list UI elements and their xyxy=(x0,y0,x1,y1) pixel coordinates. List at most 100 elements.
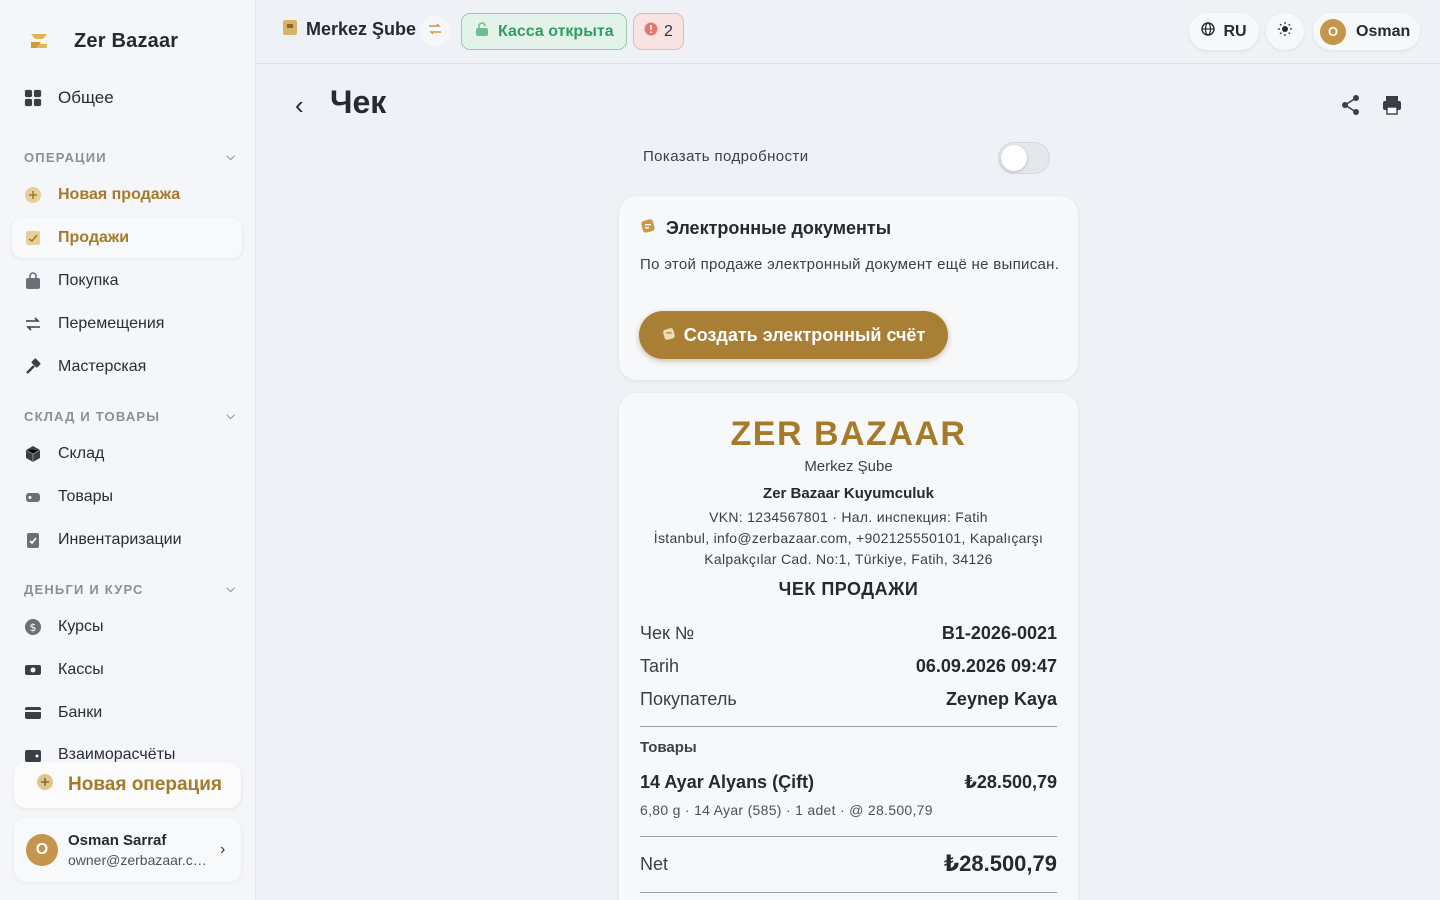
language-button[interactable]: RU xyxy=(1189,13,1259,50)
sidebar-item-purchase[interactable]: Покупка xyxy=(12,261,242,301)
sidebar-item-label: Общее xyxy=(58,88,114,107)
receipt-icon xyxy=(24,229,42,247)
sidebar-item-label: Курсы xyxy=(58,618,104,635)
receipt-row-date: Tarih 06.09.2026 09:47 xyxy=(640,656,1057,677)
chevron-down-icon: ⌵ xyxy=(226,151,236,163)
edocs-text: По этой продаже электронный документ ещё… xyxy=(640,256,1060,273)
branch-selector[interactable]: Merkez Şube xyxy=(282,18,416,41)
receipt-item-price: ₺28.500,79 xyxy=(964,772,1057,792)
sidebar-item-label: Банки xyxy=(58,704,103,721)
new-operation-button[interactable]: Новая операция xyxy=(14,762,241,808)
sidebar-item-general[interactable]: Общее xyxy=(24,88,114,108)
section-title: ОПЕРАЦИИ xyxy=(24,150,107,165)
sidebar-item-rates[interactable]: $ Курсы xyxy=(12,607,242,647)
edocs-title: Электронные документы xyxy=(640,218,891,239)
sidebar-item-label: Взаиморасчёты xyxy=(58,746,176,762)
create-einvoice-label: Создать электронный счёт xyxy=(683,324,926,345)
branch-name: Merkez Şube xyxy=(306,19,417,39)
print-icon[interactable] xyxy=(1381,94,1403,116)
chevron-down-icon: ⌵ xyxy=(226,583,236,595)
shopping-bag-icon xyxy=(24,272,42,290)
chevron-down-icon: ⌵ xyxy=(226,410,236,422)
receipt-branch: Merkez Şube xyxy=(804,458,893,475)
receipt-contact-line: İstanbul, info@zerbazaar.com, +902125550… xyxy=(653,530,1044,546)
receipt-company: Zer Bazaar Kuyumculuk xyxy=(763,485,934,502)
receipt-item: 14 Ayar Alyans (Çift) ₺28.500,79 xyxy=(640,772,1057,793)
sidebar: Zer Bazaar Общее ОПЕРАЦИИ ⌵ Новая продаж… xyxy=(0,0,256,900)
receipt-row-value: Zeynep Kaya xyxy=(945,689,1057,709)
sidebar-item-workshop[interactable]: Мастерская xyxy=(12,347,242,387)
sidebar-item-cashboxes[interactable]: Кассы xyxy=(12,650,242,690)
tag-icon xyxy=(24,488,42,506)
receipt-item-name: 14 Ayar Alyans (Çift) xyxy=(640,772,815,792)
receipt-row-label: Tarih xyxy=(640,656,680,676)
receipt-row-value: B1-2026-0021 xyxy=(941,623,1057,643)
sidebar-item-label: Мастерская xyxy=(58,358,147,375)
cash-status-badge[interactable]: Касса открыта xyxy=(461,13,627,50)
dollar-coin-icon: $ xyxy=(24,618,42,636)
cash-register-icon xyxy=(24,661,42,679)
sidebar-item-label: Инвентаризации xyxy=(58,531,182,548)
share-icon[interactable] xyxy=(1340,94,1362,116)
receipt-divider xyxy=(640,892,1057,893)
unlock-icon xyxy=(474,21,490,42)
section-stock[interactable]: СКЛАД И ТОВАРЫ ⌵ xyxy=(24,409,236,424)
receipt-items-title: Товары xyxy=(640,739,697,756)
transfer-arrows-icon xyxy=(24,315,42,333)
receipt-divider xyxy=(640,836,1057,837)
dashboard-icon xyxy=(24,89,42,107)
topbar: Merkez Şube Касса открыта 2 RU O Osman xyxy=(256,0,1440,64)
receipt-item-meta: 6,80 g · 14 Ayar (585) · 1 adet · @ 28.5… xyxy=(640,802,933,818)
sidebar-item-sales[interactable]: Продажи xyxy=(12,218,242,258)
sidebar-item-banks[interactable]: Банки xyxy=(12,693,242,733)
receipt-row-number: Чек № B1-2026-0021 xyxy=(640,623,1057,644)
globe-icon xyxy=(1201,22,1216,41)
theme-toggle-button[interactable] xyxy=(1266,13,1304,50)
sidebar-item-label: Покупка xyxy=(58,272,119,289)
brand-name: Zer Bazaar xyxy=(74,29,179,52)
create-einvoice-button[interactable]: Создать электронный счёт xyxy=(639,311,948,359)
sidebar-item-new-sale[interactable]: Новая продажа xyxy=(12,175,242,215)
profile-button[interactable]: O Osman xyxy=(1313,13,1420,50)
receipt-card: ZER BAZAAR Merkez Şube Zer Bazaar Kuyumc… xyxy=(619,393,1078,900)
alerts-badge[interactable]: 2 xyxy=(633,13,684,50)
sidebar-item-products[interactable]: Товары xyxy=(12,477,242,517)
receipt-row-label: Чек № xyxy=(640,623,695,643)
brand[interactable]: Zer Bazaar xyxy=(26,28,178,54)
section-money[interactable]: ДЕНЬГИ И КУРС ⌵ xyxy=(24,582,236,597)
receipt-row-label: Покупатель xyxy=(640,689,737,709)
receipt-net-label: Net xyxy=(640,853,669,874)
document-icon xyxy=(640,218,656,239)
edocs-title-text: Электронные документы xyxy=(666,218,892,238)
show-details-label: Показать подробности xyxy=(643,148,809,165)
sidebar-item-transfers[interactable]: Перемещения xyxy=(12,304,242,344)
switch-branch-button[interactable] xyxy=(420,16,450,46)
zer-logo-icon xyxy=(26,28,52,54)
profile-name: Osman xyxy=(1356,22,1411,40)
sidebar-item-label: Склад xyxy=(58,445,105,462)
sidebar-item-settlements[interactable]: Взаиморасчёты xyxy=(12,736,242,762)
user-name: Osman Sarraf xyxy=(68,832,167,849)
toggle-knob xyxy=(1001,145,1027,171)
show-details-toggle[interactable] xyxy=(998,142,1050,174)
language-code: RU xyxy=(1223,22,1247,40)
section-title: СКЛАД И ТОВАРЫ xyxy=(24,409,161,424)
user-card[interactable]: O Osman Sarraf owner@zerbazaar.com › xyxy=(14,818,241,882)
document-icon xyxy=(662,325,676,346)
receipt-row-value: 06.09.2026 09:47 xyxy=(915,656,1057,676)
back-button[interactable]: ‹ xyxy=(295,90,304,121)
section-operations[interactable]: ОПЕРАЦИИ ⌵ xyxy=(24,150,236,165)
transfer-arrows-icon xyxy=(428,22,442,41)
receipt-tax-line: VKN: 1234567801 · Нал. инспекция: Fatih xyxy=(709,509,988,525)
sidebar-item-warehouse[interactable]: Склад xyxy=(12,434,242,474)
receipt-net-value: ₺28.500,79 xyxy=(943,851,1057,876)
sidebar-item-inventory[interactable]: Инвентаризации xyxy=(12,520,242,560)
receipt-address-line: Kalpakçılar Cad. No:1, Türkiye, Fatih, 3… xyxy=(704,551,993,567)
svg-text:$: $ xyxy=(30,621,37,634)
avatar: O xyxy=(26,834,58,866)
receipt-net-row: Net ₺28.500,79 xyxy=(640,851,1057,877)
receipt-brand: ZER BAZAAR xyxy=(730,415,967,453)
avatar: O xyxy=(1320,18,1346,45)
cash-status-text: Касса открыта xyxy=(498,22,614,40)
credit-card-icon xyxy=(24,704,42,722)
